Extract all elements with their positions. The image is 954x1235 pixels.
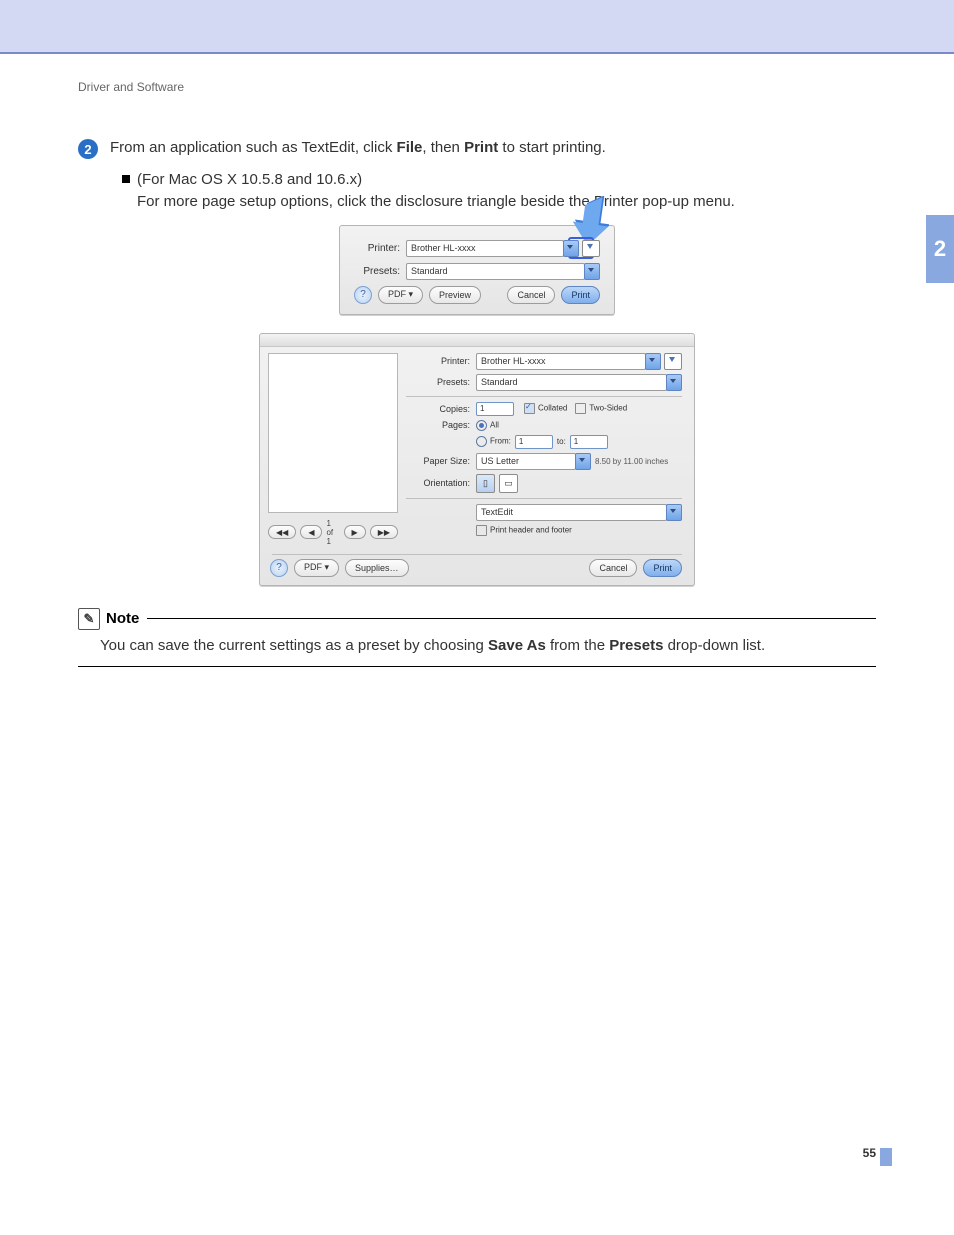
papersize-label: Paper Size: [406,456,470,466]
preview-button[interactable]: Preview [429,286,481,304]
copies-input[interactable]: 1 [476,402,514,416]
disclosure-triangle-button[interactable] [582,240,600,257]
sub-body: For more page setup options, click the d… [137,191,876,213]
presets-select[interactable]: Standard [476,374,667,391]
note-body-saveas: Save As [488,637,546,654]
step-text-mid: , then [422,139,464,156]
dropdown-icon[interactable] [666,374,682,391]
print-dialog-expanded: ◀◀ ◀ 1 of 1 ▶ ▶▶ Printer: Brother HL-xxx… [259,333,695,586]
print-button[interactable]: Print [643,559,682,577]
papersize-select[interactable]: US Letter [476,453,576,470]
twosided-checkbox[interactable]: Two-Sided [575,403,627,414]
square-bullet-icon [122,175,130,183]
divider [406,498,682,499]
chapter-tab: 2 [926,215,954,283]
presets-label: Presets: [406,377,470,387]
page-number-accent [880,1148,892,1166]
cancel-button[interactable]: Cancel [507,286,555,304]
note-bottom-rule [78,666,876,667]
note-top-rule [147,618,876,619]
papersize-dimensions: 8.50 by 11.00 inches [595,457,668,466]
print-preview-page [268,353,398,513]
supplies-button[interactable]: Supplies… [345,559,409,577]
orientation-landscape-button[interactable]: ▭ [499,474,518,493]
pager-prev-button[interactable]: ◀ [300,525,322,539]
note-heading: ✎ Note [78,608,139,630]
pdf-button[interactable]: PDF ▾ [294,559,339,577]
pages-from-radio[interactable]: From: [476,436,511,447]
help-button[interactable]: ? [354,286,372,304]
help-button[interactable]: ? [270,559,288,577]
step-text-print: Print [464,139,498,156]
top-banner [0,0,954,54]
printer-label: Printer: [406,356,470,366]
pager-next-button[interactable]: ▶ [344,525,366,539]
orientation-portrait-button[interactable]: ▯ [476,474,495,493]
print-button[interactable]: Print [561,286,600,304]
dropdown-icon[interactable] [666,504,682,521]
note-body-mid: from the [546,637,609,654]
printer-select-dropdown-icon[interactable] [563,240,579,257]
orientation-label: Orientation: [406,478,470,488]
pages-all-radio[interactable]: All [476,420,499,431]
collated-checkbox[interactable]: Collated [524,403,567,414]
printer-label: Printer: [354,243,400,254]
pages-label: Pages: [406,420,470,430]
dropdown-icon[interactable] [575,453,591,470]
running-header: Driver and Software [78,80,876,94]
copies-label: Copies: [406,404,470,414]
app-options-select[interactable]: TextEdit [476,504,667,521]
pages-to-label: to: [557,437,566,446]
step-text-pre: From an application such as TextEdit, cl… [110,139,397,156]
step-text-post: to start printing. [498,139,606,156]
page-number: 55 [863,1146,876,1160]
printer-select[interactable]: Brother HL-xxxx [476,353,646,370]
presets-label: Presets: [354,266,400,277]
disclosure-triangle-button[interactable] [664,353,682,370]
sub-paren: (For Mac OS X 10.5.8 and 10.6.x) [137,171,362,188]
step-text-file: File [397,139,423,156]
print-dialog-collapsed: Printer: Brother HL-xxxx Presets: Standa… [339,225,615,315]
divider [406,396,682,397]
note-body: You can save the current settings as a p… [100,636,876,656]
window-titlebar [260,334,694,347]
printer-select[interactable]: Brother HL-xxxx [406,240,564,257]
cancel-button[interactable]: Cancel [589,559,637,577]
pager-first-button[interactable]: ◀◀ [268,525,296,539]
note-body-post: drop-down list. [663,637,765,654]
step-number-bullet: 2 [78,139,98,159]
pages-to-input[interactable]: 1 [570,435,608,449]
note-body-pre: You can save the current settings as a p… [100,637,488,654]
pager-label: 1 of 1 [326,519,339,546]
headerfooter-checkbox[interactable]: Print header and footer [476,525,572,536]
note-body-presets: Presets [609,637,663,654]
presets-select[interactable]: Standard [406,263,585,280]
pages-from-input[interactable]: 1 [515,435,553,449]
sub-bullet: (For Mac OS X 10.5.8 and 10.6.x) [122,169,876,191]
dropdown-icon[interactable] [645,353,661,370]
presets-select-dropdown-icon[interactable] [584,263,600,280]
step-text: From an application such as TextEdit, cl… [110,138,606,158]
note-title: Note [106,610,139,627]
note-icon: ✎ [78,608,100,630]
pdf-button[interactable]: PDF ▾ [378,286,423,304]
pager-last-button[interactable]: ▶▶ [370,525,398,539]
